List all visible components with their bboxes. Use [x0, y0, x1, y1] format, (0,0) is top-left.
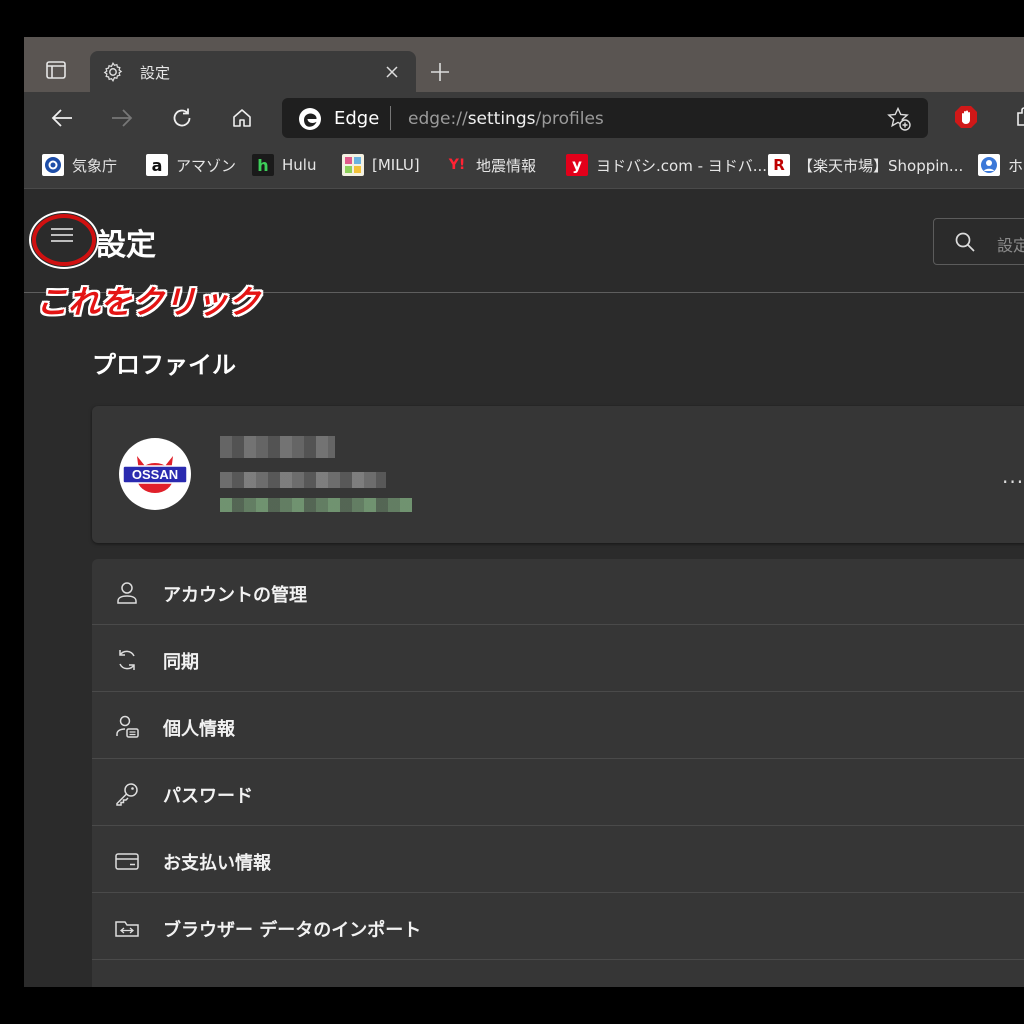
- menu-item-label: アカウントの管理: [163, 585, 307, 606]
- tab-strip: 設定: [24, 37, 1024, 92]
- new-tab-button[interactable]: [425, 57, 455, 87]
- add-favorite-icon[interactable]: [886, 106, 912, 132]
- refresh-button[interactable]: [165, 101, 199, 135]
- edge-logo-icon: [299, 108, 321, 130]
- hulu-icon: h: [252, 154, 274, 176]
- yodobashi-icon: y: [566, 154, 588, 176]
- amazon-icon: a: [146, 154, 168, 176]
- sync-icon: [119, 650, 135, 670]
- close-icon: [386, 66, 398, 78]
- profile-fav-icon: [978, 154, 1000, 176]
- menu-item-label: 個人情報: [163, 719, 235, 740]
- favorite-jma[interactable]: 気象庁: [42, 153, 117, 177]
- favorite-label: ホ: [1008, 156, 1024, 175]
- search-placeholder: 設定: [997, 236, 1024, 255]
- menu-item-personal-info[interactable]: 個人情報: [92, 693, 1024, 759]
- more-options-button[interactable]: ...: [1002, 464, 1024, 488]
- section-title: プロファイル: [92, 351, 236, 379]
- tab-close-button[interactable]: [380, 60, 404, 84]
- redacted-email: [220, 472, 386, 488]
- profile-card: OSSAN ...: [92, 406, 1024, 543]
- favorite-label: 地震情報: [476, 156, 537, 175]
- page-title: 設定: [96, 228, 156, 263]
- search-icon: [955, 232, 975, 252]
- yahoo-icon: Y!: [448, 157, 466, 173]
- favorite-yahoo-quake[interactable]: Y! 地震情報: [446, 153, 536, 177]
- menu-item-account[interactable]: アカウントの管理: [92, 559, 1024, 625]
- plus-icon: [431, 63, 449, 81]
- favorite-label: 【楽天市場】Shoppin...: [798, 156, 964, 175]
- forward-button[interactable]: [105, 101, 139, 135]
- redacted-status: [220, 498, 412, 512]
- avatar[interactable]: OSSAN: [119, 438, 191, 510]
- address-url: edge://settings/profiles: [408, 109, 604, 129]
- annotation-text: これをクリック: [36, 283, 261, 321]
- redacted-name: [220, 436, 335, 458]
- tab-settings[interactable]: 設定: [90, 51, 416, 92]
- address-bar[interactable]: Edge edge://settings/profiles: [282, 98, 928, 138]
- favorite-label: 気象庁: [72, 156, 118, 175]
- menu-item-sync[interactable]: 同期: [92, 626, 1024, 692]
- address-separator: [390, 106, 391, 130]
- profile-settings-list: アカウントの管理 同期 個人情報 パスワード お支払い情報 ブラウザー データの…: [92, 559, 1024, 987]
- extensions-puzzle-icon[interactable]: [1014, 105, 1024, 129]
- menu-item-label: お支払い情報: [163, 853, 271, 874]
- favorite-label: アマゾン: [176, 156, 237, 175]
- menu-item-label: ブラウザー データのインポート: [163, 920, 422, 941]
- browser-window: 設定 Edge edge://settings/profiles 気象庁 a ア…: [24, 37, 1024, 987]
- menu-item-import[interactable]: ブラウザー データのインポート: [92, 894, 1024, 960]
- settings-search-input[interactable]: 設定: [933, 218, 1024, 265]
- ossan-logo-icon: OSSAN: [122, 456, 188, 493]
- arrow-right-icon: [112, 109, 133, 127]
- favorite-yodobashi[interactable]: y ヨドバシ.com - ヨドバ...: [566, 153, 767, 177]
- favorite-label: [MILU]: [372, 156, 420, 174]
- menu-item-label: 同期: [163, 652, 199, 673]
- menu-item-payment[interactable]: お支払い情報: [92, 827, 1024, 893]
- favorite-profile[interactable]: ホ: [978, 153, 1023, 177]
- jma-icon: [42, 154, 64, 176]
- rakuten-icon: R: [768, 154, 790, 176]
- avatar-text: OSSAN: [132, 467, 178, 482]
- home-icon: [233, 109, 251, 127]
- menu-item-passwords[interactable]: パスワード: [92, 760, 1024, 826]
- favorite-milu[interactable]: [MILU]: [342, 153, 420, 177]
- favorite-rakuten[interactable]: R 【楽天市場】Shoppin...: [768, 153, 963, 177]
- menu-item-label: パスワード: [163, 786, 253, 807]
- adblock-extension-icon[interactable]: [954, 105, 978, 129]
- tab-title: 設定: [140, 64, 171, 82]
- tab-actions-button[interactable]: [36, 54, 76, 86]
- home-button[interactable]: [225, 101, 259, 135]
- arrow-left-icon: [51, 109, 72, 127]
- favorite-label: ヨドバシ.com - ヨドバ...: [596, 156, 768, 175]
- address-site-label: Edge: [334, 108, 380, 129]
- settings-page: 設定 設定 これをクリック プロファイル OSSAN ... アカウントの管理 …: [24, 189, 1024, 987]
- personal-info-icon: [116, 715, 139, 738]
- favorite-label: Hulu: [282, 156, 317, 174]
- card-icon: [115, 853, 139, 870]
- toolbar: Edge edge://settings/profiles: [24, 92, 1024, 142]
- key-icon: [116, 783, 138, 806]
- gear-icon: [103, 62, 123, 82]
- milu-icon: [342, 154, 364, 176]
- annotation-circle: [32, 214, 96, 266]
- import-icon: [115, 921, 139, 937]
- favorite-hulu[interactable]: h Hulu: [252, 153, 316, 177]
- refresh-icon: [173, 108, 191, 127]
- person-icon: [117, 582, 137, 604]
- favorites-bar: 気象庁 a アマゾン h Hulu [MILU] Y! 地震情報 y ヨドバシ.…: [24, 142, 1024, 189]
- favorite-amazon[interactable]: a アマゾン: [146, 153, 236, 177]
- tab-actions-icon: [46, 61, 66, 79]
- back-button[interactable]: [45, 101, 79, 135]
